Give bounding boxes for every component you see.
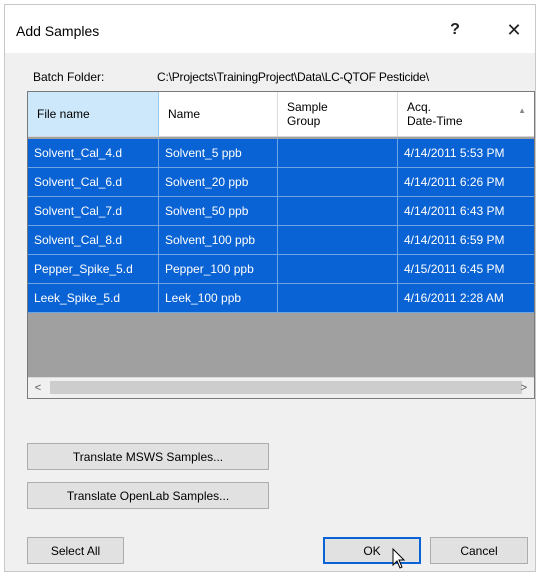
- cell-sample-group: [278, 284, 398, 312]
- cell-name: Solvent_100 ppb: [159, 226, 278, 254]
- mouse-pointer-icon: [392, 548, 406, 569]
- cell-file-name: Solvent_Cal_6.d: [28, 168, 159, 196]
- cell-acq-date-time: 4/14/2011 6:59 PM: [404, 233, 505, 247]
- column-header-label-line2: Group: [287, 114, 321, 128]
- dialog-title: Add Samples: [16, 23, 100, 39]
- translate-msws-samples-button[interactable]: Translate MSWS Samples...: [27, 443, 269, 470]
- help-button[interactable]: ?: [440, 15, 470, 45]
- cell-acq-date-time: 4/14/2011 5:53 PM: [404, 146, 505, 160]
- cancel-button[interactable]: Cancel: [430, 537, 528, 564]
- column-header-acq-date-time[interactable]: Acq. Date-Time ▲: [398, 92, 534, 136]
- scroll-left-button[interactable]: <: [28, 378, 48, 398]
- samples-grid[interactable]: File name Name Sample Group Acq. Date-Ti…: [27, 91, 535, 399]
- scroll-right-button[interactable]: >: [514, 378, 534, 398]
- cell-name: Solvent_50 ppb: [159, 197, 278, 225]
- cell-name: Solvent_20 ppb: [159, 168, 278, 196]
- column-header-name[interactable]: Name: [159, 92, 278, 136]
- cell-name: Pepper_100 ppb: [159, 255, 278, 283]
- column-header-label-line2: Date-Time: [407, 114, 463, 128]
- cell-file-name: Pepper_Spike_5.d: [28, 255, 159, 283]
- cell-acq-date-time: 4/14/2011 6:43 PM: [404, 204, 505, 218]
- cell-acq-date-time: 4/16/2011 2:28 AM: [404, 291, 504, 305]
- cell-acq-date-time: 4/15/2011 6:45 PM: [404, 262, 505, 276]
- column-header-file-name[interactable]: File name: [28, 92, 159, 136]
- cell-sample-group: [278, 139, 398, 167]
- cell-acq-date-time: 4/14/2011 6:26 PM: [404, 175, 505, 189]
- batch-folder-label: Batch Folder:: [33, 70, 105, 84]
- title-bar: Add Samples ? ✕: [5, 5, 535, 53]
- table-row[interactable]: Solvent_Cal_4.d Solvent_5 ppb 4/14/2011 …: [28, 139, 534, 168]
- cell-file-name: Leek_Spike_5.d: [28, 284, 159, 312]
- ok-button[interactable]: OK: [323, 537, 421, 564]
- horizontal-scrollbar[interactable]: < >: [28, 377, 534, 398]
- close-button[interactable]: ✕: [499, 15, 529, 45]
- cell-file-name: Solvent_Cal_8.d: [28, 226, 159, 254]
- table-row[interactable]: Solvent_Cal_6.d Solvent_20 ppb 4/14/2011…: [28, 168, 534, 197]
- translate-openlab-samples-button[interactable]: Translate OpenLab Samples...: [27, 482, 269, 509]
- cell-sample-group: [278, 168, 398, 196]
- table-row[interactable]: Leek_Spike_5.d Leek_100 ppb 4/16/2011 2:…: [28, 284, 534, 313]
- grid-header: File name Name Sample Group Acq. Date-Ti…: [28, 92, 534, 137]
- batch-folder-path: C:\Projects\TrainingProject\Data\LC-QTOF…: [157, 70, 429, 84]
- cell-file-name: Solvent_Cal_7.d: [28, 197, 159, 225]
- column-header-label-line1: Acq.: [407, 100, 432, 114]
- table-row[interactable]: Pepper_Spike_5.d Pepper_100 ppb 4/15/201…: [28, 255, 534, 284]
- cell-name: Solvent_5 ppb: [159, 139, 278, 167]
- cell-sample-group: [278, 197, 398, 225]
- add-samples-dialog: Add Samples ? ✕ Batch Folder: C:\Project…: [4, 4, 536, 572]
- table-row[interactable]: Solvent_Cal_7.d Solvent_50 ppb 4/14/2011…: [28, 197, 534, 226]
- cell-sample-group: [278, 255, 398, 283]
- table-row[interactable]: Solvent_Cal_8.d Solvent_100 ppb 4/14/201…: [28, 226, 534, 255]
- cell-sample-group: [278, 226, 398, 254]
- column-header-sample-group[interactable]: Sample Group: [278, 92, 398, 136]
- select-all-button[interactable]: Select All: [27, 537, 124, 564]
- column-header-label: File name: [37, 107, 90, 121]
- cell-file-name: Solvent_Cal_4.d: [28, 139, 159, 167]
- column-header-label: Name: [168, 107, 201, 121]
- scroll-thumb[interactable]: [50, 381, 522, 394]
- sort-ascending-icon: ▲: [518, 106, 526, 115]
- cell-name: Leek_100 ppb: [159, 284, 278, 312]
- column-header-label-line1: Sample: [287, 100, 328, 114]
